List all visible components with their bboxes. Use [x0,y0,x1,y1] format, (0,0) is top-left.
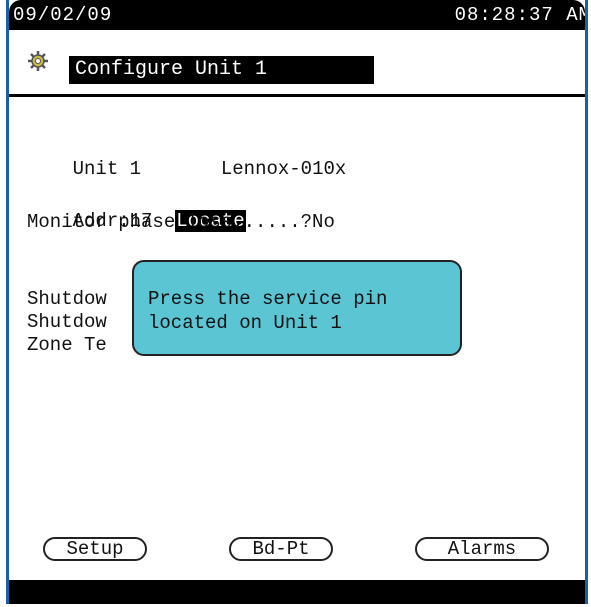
status-bar: 09/02/09 08:28:37 AM [9,0,585,30]
screen-header: Configure Unit 1 [9,30,585,96]
unit-model: Lennox-010x [220,158,347,180]
bottom-bar [9,580,585,604]
popup-line-2: located on Unit 1 [148,312,342,334]
device-screen: 09/02/09 08:28:37 AM Configure Unit 1 Un… [6,0,588,604]
setup-button[interactable]: Setup [43,537,147,561]
alarms-button[interactable]: Alarms [415,537,549,561]
bd-pt-button[interactable]: Bd-Pt [229,537,333,561]
gear-icon [28,51,48,71]
popup-line-1: Press the service pin [148,288,388,310]
shutdown-row-2[interactable]: Shutdow [27,311,107,333]
zone-temp-row[interactable]: Zone Te [27,334,107,356]
monitor-phase-loss-row[interactable]: Monitor phase loss......?No [27,211,335,233]
shutdown-row-1[interactable]: Shutdow [27,288,107,310]
header-divider [9,94,585,97]
service-pin-popup: Press the service pin located on Unit 1 [132,260,462,356]
time-display: 08:28:37 AM [454,4,588,26]
date-display: 09/02/09 [13,4,113,26]
unit-label: Unit 1 [72,158,142,180]
screen-title: Configure Unit 1 [69,56,374,84]
